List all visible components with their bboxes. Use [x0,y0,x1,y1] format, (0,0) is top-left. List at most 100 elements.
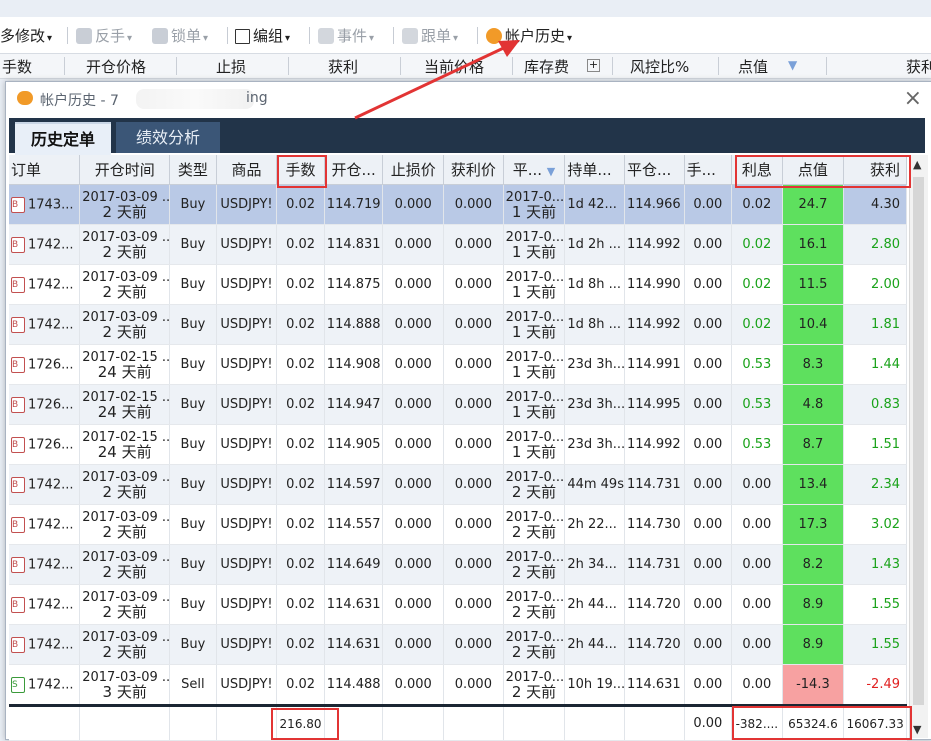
hold-cell: 23d 3h... [564,384,625,425]
lots-cell: 0.02 [276,664,325,706]
order-number: 1743... [28,197,74,212]
open-price-cell: 114.488 [324,664,384,706]
group-button[interactable]: 编组 ▾ [235,26,290,46]
table-row[interactable]: B 1742... 2017-03-09 ... 2 天前 Buy USDJPY! 0.02… [9,264,907,305]
bg-header-risk[interactable]: 风控比% [630,56,689,77]
filter-icon [318,28,334,44]
table-row[interactable]: B 1742... 2017-03-09 ... 2 天前 Buy USDJPY! 0.02… [9,504,907,545]
col-order[interactable]: 订单 [9,155,81,185]
table-row[interactable]: B 1743... 2017-03-09 ... 2 天前 Buy USDJPY! 0.02… [9,184,907,225]
col-lots[interactable]: 手数 [276,155,325,185]
open-ago: 2 天前 [102,562,147,581]
swap-cell: 0.02 [731,224,783,265]
bg-header-swap[interactable]: 库存费 [524,56,569,77]
profit-cell: 1.43 [843,544,907,585]
col-hold-time[interactable]: 持单... [564,155,625,185]
expand-icon[interactable]: + [587,59,600,72]
table-row[interactable]: B 1726... 2017-02-15 ... 24 天前 Buy USDJPY! 0.0… [9,424,907,465]
scroll-down-icon[interactable]: ▼ [913,723,921,736]
order-number: 1742... [28,597,74,612]
table-row[interactable]: S 1742... 2017-03-09 ... 3 天前 Sell USDJPY! 0.0… [9,664,907,706]
total-empty [503,704,566,741]
swap-cell: 0.53 [731,344,783,385]
sl-cell: 0.000 [382,304,445,345]
col-close-time[interactable]: 平... ▼ [503,155,566,185]
table-row[interactable]: B 1742... 2017-03-09 ... 2 天前 Buy USDJPY! 0.02… [9,464,907,505]
bg-header-sl[interactable]: 止损 [216,56,246,77]
col-points[interactable]: 点值 [782,155,845,185]
table-row[interactable]: B 1742... 2017-03-09 ... 2 天前 Buy USDJPY! 0.02… [9,544,907,585]
open-time-cell: 2017-02-15 ... 24 天前 [79,384,171,425]
close-button[interactable]: × [904,86,922,111]
fee-cell: 0.00 [684,264,733,305]
sort-down-icon[interactable]: ▼ [788,58,797,72]
table-row[interactable]: B 1742... 2017-03-09 ... 2 天前 Buy USDJPY! 0.02… [9,624,907,665]
toolbar-divider [477,27,478,44]
profit-cell: 1.55 [843,584,907,625]
bg-header-lots[interactable]: 手数 [2,56,32,77]
col-tp[interactable]: 获利价 [443,155,504,185]
tp-cell: 0.000 [443,224,504,265]
event-button[interactable]: 事件 ▾ [318,26,374,46]
table-row[interactable]: B 1726... 2017-02-15 ... 24 天前 Buy USDJPY! 0.0… [9,344,907,385]
col-profit[interactable]: 获利 [843,155,907,185]
col-fee[interactable]: 手... [684,155,733,185]
table-row[interactable]: B 1726... 2017-02-15 ... 24 天前 Buy USDJPY! 0.0… [9,384,907,425]
scrollbar-thumb[interactable] [913,177,924,705]
account-history-button[interactable]: 帐户历史 ▾ [486,26,572,46]
col-close-price[interactable]: 平仓... [624,155,685,185]
bg-header-tp[interactable]: 获利 [328,56,358,77]
bg-header-divider [64,57,65,75]
col-sl[interactable]: 止损价 [382,155,445,185]
col-swap[interactable]: 利息 [731,155,783,185]
open-time-cell: 2017-03-09 ... 2 天前 [79,584,171,625]
order-cell: B 1742... [9,584,81,625]
order-number: 1742... [28,677,74,692]
tp-cell: 0.000 [443,624,504,665]
scroll-up-icon[interactable]: ▲ [913,158,921,171]
profit-cell: 1.51 [843,424,907,465]
tab-performance[interactable]: 绩效分析 [116,122,220,153]
symbol-cell: USDJPY! [216,464,278,505]
tab-order-history[interactable]: 历史定单 [15,122,111,155]
order-cell: B 1742... [9,464,81,505]
open-ago: 2 天前 [102,522,147,541]
close-price-cell: 114.991 [624,344,685,385]
open-ago: 24 天前 [97,362,152,381]
tp-cell: 0.000 [443,504,504,545]
symbol-cell: USDJPY! [216,184,278,225]
col-type[interactable]: 类型 [169,155,217,185]
symbol-cell: USDJPY! [216,664,278,706]
col-open-price[interactable]: 开仓... [324,155,384,185]
table-row[interactable]: B 1742... 2017-03-09 ... 2 天前 Buy USDJPY! 0.02… [9,224,907,265]
multi-modify-button[interactable]: 多修改 ▾ [0,26,52,46]
symbol-cell: USDJPY! [216,624,278,665]
history-icon [486,28,502,44]
close-price-cell: 114.995 [624,384,685,425]
col-symbol[interactable]: 商品 [216,155,278,185]
close-price-cell: 114.730 [624,504,685,545]
open-time-cell: 2017-03-09 ... 2 天前 [79,544,171,585]
col-open-time[interactable]: 开仓时间 [79,155,171,185]
bg-header-profit[interactable]: 获利 [906,56,931,77]
lots-cell: 0.02 [276,344,325,385]
fee-cell: 0.00 [684,304,733,345]
table-row[interactable]: B 1742... 2017-03-09 ... 2 天前 Buy USDJPY! 0.02… [9,584,907,625]
swap-cell: 0.53 [731,384,783,425]
bg-header-points[interactable]: 点值 [738,56,768,77]
lock-button[interactable]: 锁单 ▾ [152,26,208,46]
symbol-cell: USDJPY! [216,584,278,625]
open-time-cell: 2017-02-15 ... 24 天前 [79,424,171,465]
copy-trade-button[interactable]: 跟单 ▾ [402,26,458,46]
bg-header-current-price[interactable]: 当前价格 [424,56,484,77]
close-time-cell: 2017-0... 2 天前 [503,664,566,706]
open-price-cell: 114.908 [324,344,384,385]
sort-down-icon: ▼ [546,165,556,178]
close-time-cell: 2017-0... 1 天前 [503,344,566,385]
reverse-button[interactable]: 反手 ▾ [76,26,132,46]
order-number: 1742... [28,237,74,252]
vertical-scrollbar[interactable]: ▲ ▼ [909,155,928,738]
bg-header-open-price[interactable]: 开仓价格 [86,56,146,77]
table-row[interactable]: B 1742... 2017-03-09 ... 2 天前 Buy USDJPY! 0.02… [9,304,907,345]
points-cell: 16.1 [782,224,845,265]
